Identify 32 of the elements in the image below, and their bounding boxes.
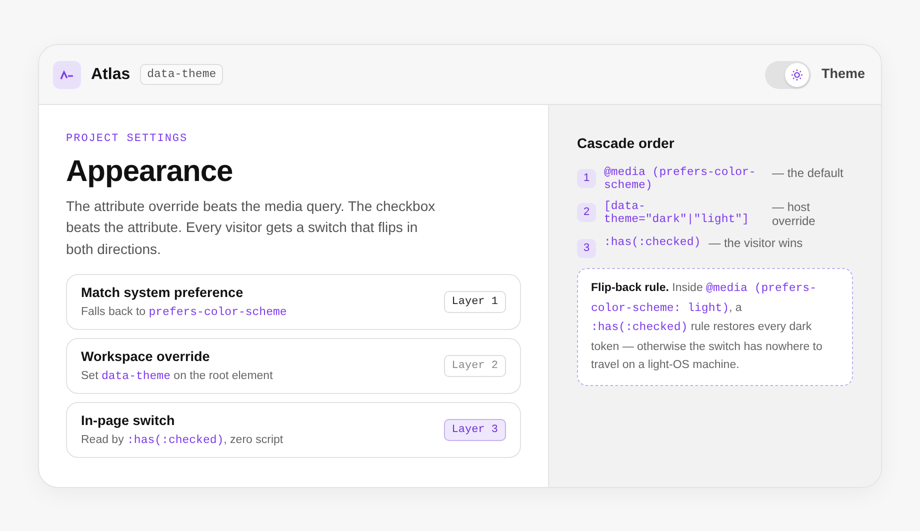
step-note: — host override bbox=[772, 200, 816, 228]
theme-toggle[interactable] bbox=[765, 60, 812, 88]
layer-tag: Layer 3 bbox=[444, 418, 506, 442]
attribute-tag: data-theme bbox=[140, 64, 224, 86]
step-code: @media (prefers-color-scheme) bbox=[604, 166, 757, 192]
step-number: 2 bbox=[577, 203, 596, 222]
theme-label: Theme bbox=[821, 65, 865, 84]
page-description: The attribute override beats the media query. The checkbox beats the attribute. Every visitor gets a switch that flips in both directions. bbox=[66, 196, 436, 258]
layer-tag: Layer 2 bbox=[444, 354, 506, 378]
aside-title: Cascade order bbox=[577, 134, 676, 153]
step-code: [data-theme="dark"|"light"] bbox=[604, 200, 750, 226]
layer-tag: Layer 1 bbox=[444, 290, 506, 314]
step-note: — the default bbox=[772, 166, 844, 180]
logo-icon bbox=[53, 60, 81, 88]
option-card[interactable]: Workspace override Set data-theme on the root element Layer 2 bbox=[66, 338, 521, 394]
option-title: Match system preference bbox=[81, 284, 244, 302]
option-card[interactable]: Match system preference Falls back to prefers-color-scheme Layer 1 bbox=[66, 274, 521, 330]
page-title: Appearance bbox=[66, 154, 234, 190]
section-eyebrow: PROJECT SETTINGS bbox=[66, 132, 189, 147]
flip-back-note: Flip-back rule. Inside @media (prefers-color-scheme: light), a :has(:checked) rule restores every dark token — otherwise the switch has nowhere to travel on a light-OS machine. bbox=[577, 268, 853, 386]
option-subtitle: Set data-theme on the root element bbox=[81, 368, 273, 384]
option-subtitle: Falls back to prefers-color-scheme bbox=[81, 304, 287, 320]
option-subtitle: Read by :has(:checked), zero script bbox=[81, 432, 284, 448]
option-title: Workspace override bbox=[81, 348, 211, 366]
option-title: In-page switch bbox=[81, 412, 176, 430]
step-note: — the visitor wins bbox=[708, 236, 803, 250]
sun-icon bbox=[791, 68, 804, 80]
app-name: Atlas bbox=[91, 64, 130, 84]
step-number: 3 bbox=[577, 239, 596, 258]
option-card[interactable]: In-page switch Read by :has(:checked), zero script Layer 3 bbox=[66, 402, 521, 458]
step-code: :has(:checked) bbox=[604, 236, 701, 249]
step-number: 1 bbox=[577, 169, 596, 188]
